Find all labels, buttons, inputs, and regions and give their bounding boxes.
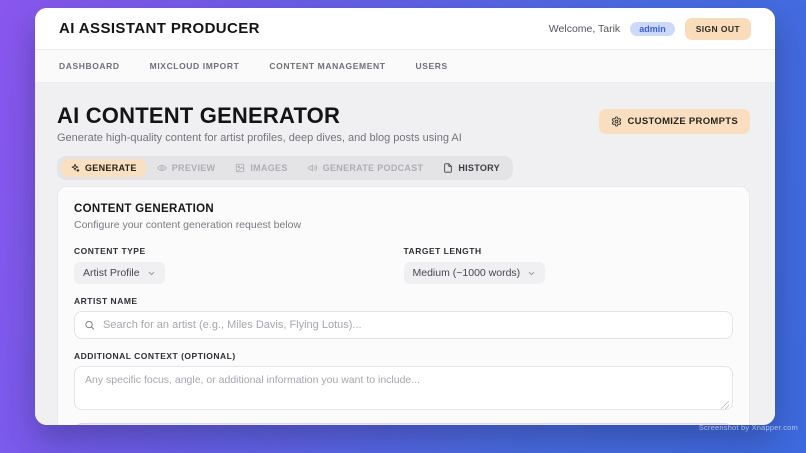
- tab-history[interactable]: HISTORY: [434, 159, 509, 177]
- page-header: AI CONTENT GENERATOR Generate high-quali…: [57, 103, 750, 144]
- artist-name-field: ARTIST NAME: [74, 296, 733, 339]
- nav-item-dashboard[interactable]: DASHBOARD: [59, 61, 120, 71]
- tab-generate[interactable]: GENERATE: [61, 159, 146, 177]
- app-window: AI ASSISTANT PRODUCER Welcome, Tarik adm…: [35, 8, 775, 425]
- tab-generate-podcast-label: GENERATE PODCAST: [323, 163, 424, 173]
- page-title: AI CONTENT GENERATOR: [57, 103, 462, 129]
- additional-context-textarea[interactable]: [74, 366, 733, 410]
- speaker-icon: [308, 163, 318, 173]
- tab-images: IMAGES: [226, 159, 296, 177]
- additional-context-label: ADDITIONAL CONTEXT (OPTIONAL): [74, 351, 733, 361]
- search-icon: [84, 320, 95, 331]
- target-length-field: TARGET LENGTH Medium (~1000 words): [404, 246, 734, 284]
- artist-name-label: ARTIST NAME: [74, 296, 733, 306]
- content-generation-card: CONTENT GENERATION Configure your conten…: [57, 186, 750, 425]
- card-title: CONTENT GENERATION: [74, 203, 733, 215]
- customize-prompts-label: CUSTOMIZE PROMPTS: [628, 116, 739, 127]
- document-icon: [443, 163, 453, 173]
- app-header: AI ASSISTANT PRODUCER Welcome, Tarik adm…: [35, 8, 775, 50]
- target-length-value: Medium (~1000 words): [413, 267, 521, 279]
- target-length-label: TARGET LENGTH: [404, 246, 734, 256]
- tab-images-label: IMAGES: [250, 163, 287, 173]
- tab-history-label: HISTORY: [458, 163, 500, 173]
- role-badge: admin: [630, 22, 675, 36]
- page-title-block: AI CONTENT GENERATOR Generate high-quali…: [57, 103, 462, 144]
- watermark: Screenshot by Xnapper.com: [699, 423, 798, 432]
- nav-item-mixcloud-import[interactable]: MIXCLOUD IMPORT: [150, 61, 240, 71]
- nav-item-users[interactable]: USERS: [416, 61, 448, 71]
- target-length-select[interactable]: Medium (~1000 words): [404, 262, 546, 284]
- generate-action-strip: [74, 423, 733, 425]
- artist-search-wrap: [74, 311, 733, 339]
- artist-search-input[interactable]: [74, 311, 733, 339]
- content-type-field: CONTENT TYPE Artist Profile: [74, 246, 404, 284]
- card-subtitle: Configure your content generation reques…: [74, 219, 733, 231]
- tab-bar: GENERATE PREVIEW IMAGES: [57, 156, 513, 180]
- eye-icon: [157, 163, 167, 173]
- sign-out-button[interactable]: SIGN OUT: [685, 18, 751, 40]
- content-type-label: CONTENT TYPE: [74, 246, 404, 256]
- page-subtitle: Generate high-quality content for artist…: [57, 132, 462, 144]
- chevron-down-icon: [147, 269, 156, 278]
- tab-preview: PREVIEW: [148, 159, 225, 177]
- tab-generate-podcast: GENERATE PODCAST: [299, 159, 433, 177]
- additional-context-wrap: [74, 366, 733, 415]
- customize-prompts-button[interactable]: CUSTOMIZE PROMPTS: [599, 109, 751, 134]
- chevron-down-icon: [527, 269, 536, 278]
- form-grid: CONTENT TYPE Artist Profile TARGET LENGT…: [74, 246, 733, 284]
- tab-preview-label: PREVIEW: [172, 163, 216, 173]
- header-right: Welcome, Tarik admin SIGN OUT: [549, 18, 751, 40]
- sparkles-icon: [70, 163, 80, 173]
- gear-icon: [611, 116, 622, 127]
- image-icon: [235, 163, 245, 173]
- nav-item-content-management[interactable]: CONTENT MANAGEMENT: [269, 61, 385, 71]
- app-title: AI ASSISTANT PRODUCER: [59, 20, 260, 37]
- tab-generate-label: GENERATE: [85, 163, 137, 173]
- content-type-select[interactable]: Artist Profile: [74, 262, 165, 284]
- additional-context-field: ADDITIONAL CONTEXT (OPTIONAL): [74, 351, 733, 415]
- content-type-value: Artist Profile: [83, 267, 140, 279]
- main-nav: DASHBOARD MIXCLOUD IMPORT CONTENT MANAGE…: [35, 50, 775, 83]
- page-content: AI CONTENT GENERATOR Generate high-quali…: [35, 83, 775, 425]
- welcome-text: Welcome, Tarik: [549, 23, 620, 35]
